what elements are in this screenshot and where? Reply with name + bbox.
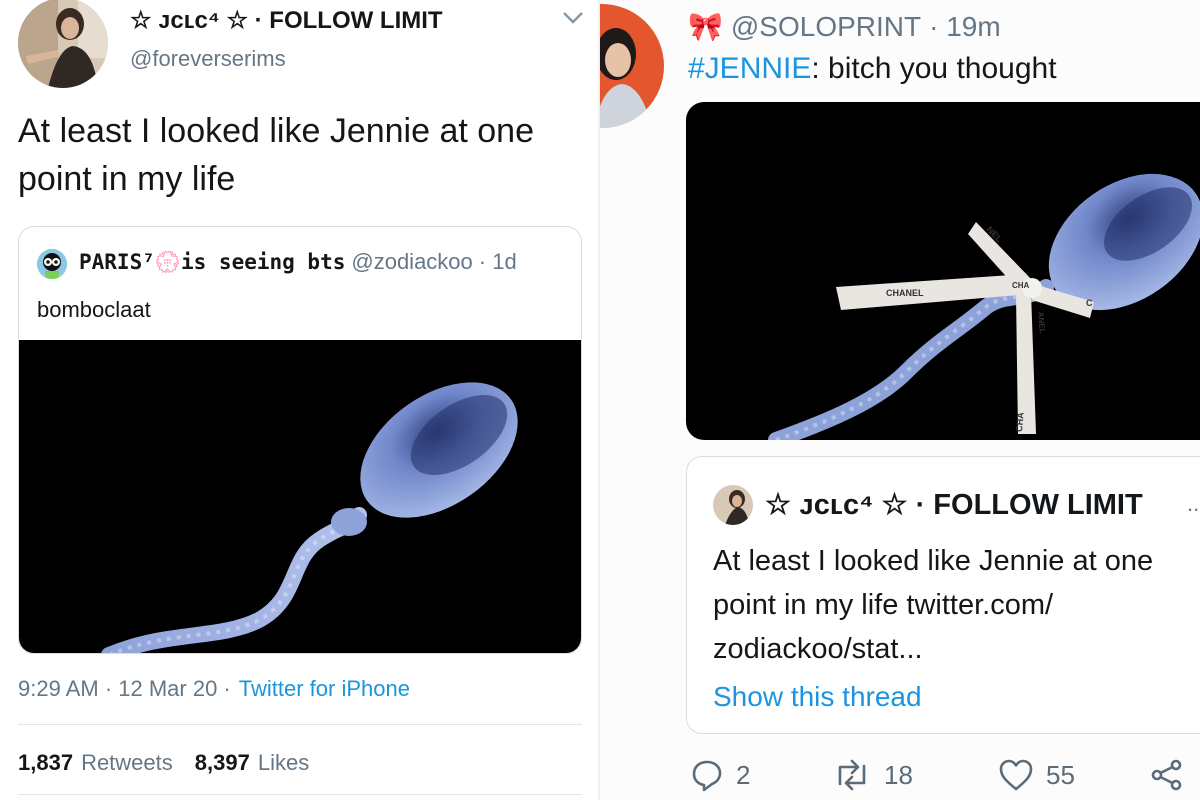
like-count: 55 <box>1046 759 1075 790</box>
left-tweet-panel: ☆ ᴊᴄʟᴄ⁴ ☆ · FOLLOW LIMIT @foreverserims … <box>0 0 600 800</box>
reply-icon <box>692 760 722 792</box>
quoted-avatar <box>37 249 67 279</box>
sperm-illustration <box>101 382 518 653</box>
likes-label[interactable]: Likes <box>258 750 309 776</box>
tweet-media-image[interactable]: CHANEL NEL CHA ANEL CHA C <box>686 102 1200 440</box>
hashtag-jennie[interactable]: #JENNIE <box>688 52 811 85</box>
quoted-display-name: ☆ ᴊᴄʟᴄ⁴ ☆ · FOLLOW LIMIT <box>765 489 1143 521</box>
author-handle[interactable]: @SOLOPRINT <box>731 11 921 43</box>
stats-divider <box>18 724 582 725</box>
ribbon-label: CHANEL <box>886 288 924 298</box>
chevron-down-icon[interactable] <box>560 10 586 26</box>
quoted-text-line-1: At least I looked like Jennie at one <box>713 545 1154 577</box>
tweet-source[interactable]: Twitter for iPhone <box>239 676 410 702</box>
author-handle[interactable]: @foreverserims <box>130 46 286 72</box>
reply-button[interactable]: 2 <box>690 758 750 792</box>
reply-count: 2 <box>736 759 751 790</box>
retweet-count: 18 <box>884 759 913 790</box>
tweet-text-line-1: At least I looked like Jennie at one <box>18 112 534 150</box>
retweets-label[interactable]: Retweets <box>81 750 173 776</box>
ribbon-label: CHA <box>1012 281 1030 290</box>
share-icon <box>1151 759 1182 791</box>
quoted-display-name: PARIS⁷💮is seeing bts <box>79 250 346 274</box>
right-tweet-panel: 🎀 @SOLOPRINT · 19m #JENNIE: bitch you th… <box>600 0 1200 800</box>
quoted-handle: @zodiackoo <box>351 249 473 274</box>
quoted-media-image[interactable] <box>19 340 581 653</box>
quoted-more-icon[interactable]: ... <box>1187 491 1200 517</box>
tweet-timestamp[interactable]: 9:29 AM · 12 Mar 20 · <box>18 676 231 702</box>
author-avatar[interactable] <box>18 0 108 88</box>
quoted-tweet-card[interactable]: ☆ ᴊᴄʟᴄ⁴ ☆ · FOLLOW LIMIT ... At least I … <box>686 456 1200 734</box>
quoted-tweet-card[interactable]: PARIS⁷💮is seeing bts @zodiackoo · 1d bom… <box>18 226 582 654</box>
retweet-icon <box>838 759 866 791</box>
ribbon-label: C <box>1086 298 1093 308</box>
tweet-stats: 1,837 Retweets 8,397 Likes <box>18 750 309 776</box>
bottom-divider <box>18 794 582 795</box>
ribbon-label: CHA <box>1014 411 1026 432</box>
quoted-text-line-2: point in my life twitter.com/ <box>713 589 1054 621</box>
quoted-avatar <box>713 485 753 525</box>
retweets-count[interactable]: 1,837 <box>18 750 73 776</box>
share-button[interactable] <box>1150 758 1184 792</box>
likes-count[interactable]: 8,397 <box>195 750 250 776</box>
show-thread-link[interactable]: Show this thread <box>713 681 922 713</box>
quoted-time: · 1d <box>478 249 517 274</box>
tweet-time[interactable]: · 19m <box>929 11 1001 43</box>
author-display-name[interactable]: ☆ ᴊᴄʟᴄ⁴ ☆ · FOLLOW LIMIT <box>130 6 443 35</box>
like-button[interactable]: 55 <box>998 758 1075 792</box>
author-avatar[interactable] <box>600 4 664 128</box>
tweet-text: : bitch you thought <box>811 52 1057 85</box>
ribbon-label: ANEL <box>1036 311 1047 334</box>
sperm-with-chanel-ribbon-illustration: CHANEL NEL CHA ANEL CHA C <box>768 173 1200 440</box>
bow-icon: 🎀 <box>688 11 723 42</box>
quoted-text: bomboclaat <box>37 297 151 322</box>
heart-icon <box>999 759 1033 791</box>
tweet-text-line-2: point in my life <box>18 160 236 198</box>
quoted-text-line-3: zodiackoo/stat... <box>713 633 923 665</box>
retweet-button[interactable]: 18 <box>832 758 913 792</box>
